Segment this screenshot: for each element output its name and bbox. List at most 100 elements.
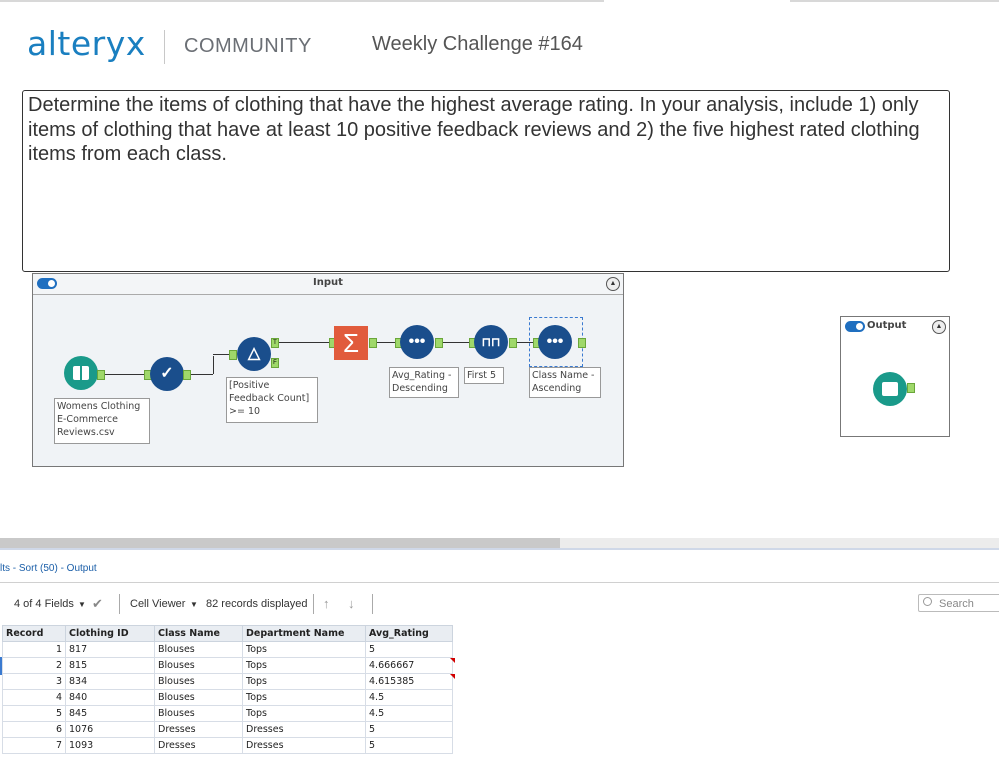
sort-descending-annotation: Avg_Rating - Descending [389, 367, 459, 398]
cell[interactable]: Tops [242, 641, 366, 658]
record-cell: 3 [2, 673, 66, 690]
header-divider [164, 30, 165, 64]
check-icon[interactable]: ✔ [92, 596, 103, 612]
cell[interactable]: Blouses [154, 689, 243, 706]
input-container[interactable]: Input ▲ Womens Clothing E-Commerce Revie… [32, 273, 624, 467]
table-row[interactable]: 4 840 Blouses Tops 4.5 [2, 689, 453, 706]
column-header[interactable]: Clothing ID [65, 625, 155, 642]
results-title: lts - Sort (50) - Output [0, 563, 97, 574]
cell[interactable]: Blouses [154, 673, 243, 690]
filter-tool[interactable]: △ [237, 337, 271, 371]
cell[interactable]: 845 [65, 705, 155, 722]
input-anchor[interactable] [907, 383, 915, 393]
cell[interactable]: 5 [365, 721, 453, 738]
cell[interactable]: Tops [242, 705, 366, 722]
cell[interactable]: Tops [242, 689, 366, 706]
cell[interactable]: 5 [365, 737, 453, 754]
table-row[interactable]: 1 817 Blouses Tops 5 [2, 641, 453, 658]
cell-viewer-dropdown[interactable]: Cell Viewer [130, 598, 185, 610]
arrow-down-icon[interactable]: ↓ [348, 596, 355, 611]
cell[interactable]: Dresses [154, 737, 243, 754]
input-container-title: Input [313, 277, 343, 288]
record-cell: 5 [2, 705, 66, 722]
record-cell: 2 [2, 657, 66, 674]
cell[interactable]: 817 [65, 641, 155, 658]
horizontal-scrollbar[interactable] [0, 538, 560, 548]
alteryx-logo: alteryx [27, 24, 146, 63]
sample-annotation: First 5 [464, 367, 504, 384]
column-header[interactable]: Class Name [154, 625, 243, 642]
collapse-up-icon[interactable]: ▲ [606, 277, 620, 291]
output-container[interactable]: Output ▲ [840, 316, 950, 437]
cell[interactable]: 840 [65, 689, 155, 706]
cell[interactable]: Dresses [242, 721, 366, 738]
cell[interactable]: Blouses [154, 705, 243, 722]
results-table: Record Clothing ID Class Name Department… [2, 625, 453, 754]
book-spine [80, 366, 82, 380]
sort-tool-selected[interactable]: ••• [538, 325, 572, 359]
table-row[interactable]: 2 815 Blouses Tops 4.666667 [2, 657, 453, 674]
chevron-down-icon[interactable]: ▼ [78, 600, 86, 609]
column-header[interactable]: Department Name [242, 625, 366, 642]
cell[interactable]: 815 [65, 657, 155, 674]
table-row[interactable]: 3 834 Blouses Tops 4.615385 [2, 673, 453, 690]
truncation-marker [450, 658, 455, 663]
challenge-title: Weekly Challenge #164 [372, 33, 583, 55]
records-displayed: 82 records displayed [206, 598, 308, 610]
input-anchor[interactable] [229, 350, 237, 360]
cell[interactable]: Tops [242, 673, 366, 690]
output-anchor[interactable] [97, 370, 105, 380]
output-container-titlebar: Output ▲ [841, 317, 949, 337]
chevron-down-icon[interactable]: ▼ [190, 600, 198, 609]
collapse-up-icon[interactable]: ▲ [932, 320, 946, 334]
fields-dropdown[interactable]: 4 of 4 Fields [14, 598, 74, 610]
cell[interactable]: 1076 [65, 721, 155, 738]
top-divider [0, 0, 604, 2]
input-container-titlebar: Input ▲ [33, 274, 623, 295]
record-cell: 6 [2, 721, 66, 738]
cell[interactable]: Dresses [242, 737, 366, 754]
cell[interactable]: Tops [242, 657, 366, 674]
sort-tool[interactable]: ••• [400, 325, 434, 359]
true-anchor[interactable]: T [271, 338, 279, 348]
select-tool[interactable]: ✓ [150, 357, 184, 391]
record-cell: 7 [2, 737, 66, 754]
arrow-up-icon[interactable]: ↑ [323, 596, 330, 611]
column-header[interactable]: Avg_Rating [365, 625, 453, 642]
output-anchor[interactable] [183, 370, 191, 380]
wire [213, 356, 214, 374]
wire [273, 342, 333, 343]
filter-annotation: [Positive Feedback Count] >= 10 [226, 377, 318, 423]
cell[interactable]: 4.666667 [365, 657, 453, 674]
sample-tool[interactable]: ⊓⊓ [474, 325, 508, 359]
toolbar-separator [313, 594, 314, 614]
output-anchor[interactable] [578, 338, 586, 348]
false-anchor[interactable]: F [271, 358, 279, 368]
challenge-description: Determine the items of clothing that hav… [22, 90, 950, 272]
input-file-annotation: Womens Clothing E-Commerce Reviews.csv [54, 398, 150, 444]
cell[interactable]: Dresses [154, 721, 243, 738]
table-row[interactable]: 7 1093 Dresses Dresses 5 [2, 737, 453, 754]
output-anchor[interactable] [369, 338, 377, 348]
community-label: COMMUNITY [184, 35, 312, 57]
output-anchor[interactable] [509, 338, 517, 348]
container-toggle[interactable] [845, 321, 865, 332]
output-anchor[interactable] [435, 338, 443, 348]
cell[interactable]: 5 [365, 641, 453, 658]
cell[interactable]: 4.615385 [365, 673, 453, 690]
cell[interactable]: 4.5 [365, 705, 453, 722]
cell[interactable]: Blouses [154, 641, 243, 658]
table-row[interactable]: 6 1076 Dresses Dresses 5 [2, 721, 453, 738]
cell[interactable]: 834 [65, 673, 155, 690]
cell[interactable]: Blouses [154, 657, 243, 674]
summarize-tool[interactable]: Σ [334, 326, 368, 360]
toolbar-separator [372, 594, 373, 614]
truncation-marker [450, 674, 455, 679]
table-row[interactable]: 5 845 Blouses Tops 4.5 [2, 705, 453, 722]
table-header: Record Clothing ID Class Name Department… [2, 625, 453, 642]
toolbar-divider [0, 582, 999, 583]
search-icon [923, 597, 932, 606]
cell[interactable]: 1093 [65, 737, 155, 754]
cell[interactable]: 4.5 [365, 689, 453, 706]
column-header[interactable]: Record [2, 625, 66, 642]
